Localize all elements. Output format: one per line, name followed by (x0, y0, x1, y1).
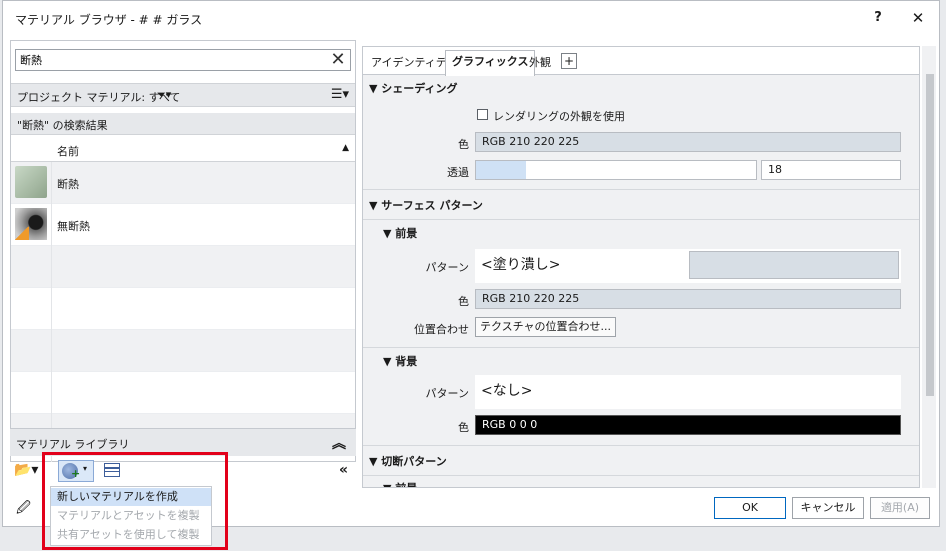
add-tab-button[interactable]: + (561, 53, 577, 69)
open-library-icon[interactable]: 📂▾ (14, 462, 38, 478)
help-button[interactable]: ? (865, 7, 891, 29)
transparency-label: 透過 (447, 166, 469, 179)
section-surface-pattern[interactable]: ▼ サーフェス パターン (369, 197, 483, 213)
material-label: 無断熱 (57, 220, 90, 233)
bg-pattern-value: <なし> (481, 383, 533, 399)
fg-color-field[interactable]: RGB 210 220 225 (475, 289, 901, 309)
divider (363, 219, 919, 220)
material-label: 断熱 (57, 178, 79, 191)
column-divider (51, 162, 52, 462)
material-library-label: マテリアル ライブラリ (16, 438, 130, 451)
align-label: 位置合わせ (414, 323, 469, 336)
divider (363, 189, 919, 190)
divider (363, 347, 919, 348)
section-shading[interactable]: ▼ シェーディング (369, 80, 458, 96)
fg-color-label: 色 (458, 295, 469, 308)
project-materials-label: プロジェクト マテリアル: すべて (17, 91, 181, 104)
scrollbar-thumb[interactable] (926, 74, 934, 396)
search-results-label: "断熱" の検索結果 (17, 119, 108, 132)
transparency-slider-fill (476, 161, 527, 179)
tab-appearance[interactable]: 外観 (523, 53, 557, 75)
empty-row (11, 330, 355, 372)
close-button[interactable]: ✕ (905, 7, 931, 29)
editor-scrollbar[interactable] (922, 46, 936, 488)
material-thumbnail-icon (15, 166, 47, 198)
material-row-no-insulation[interactable]: 無断熱 (11, 204, 355, 246)
transparency-value: 18 (768, 163, 782, 176)
annotation-highlight-box (42, 452, 228, 550)
section-background[interactable]: ▼ 背景 (383, 353, 417, 369)
search-input[interactable] (16, 50, 316, 70)
fg-pattern-value: <塗り潰し> (481, 257, 561, 273)
bg-color-value: RGB 0 0 0 (482, 418, 538, 431)
fg-pattern-label: パターン (425, 261, 469, 274)
empty-row (11, 372, 355, 414)
use-render-appearance-checkbox[interactable] (477, 109, 488, 120)
fg-color-value: RGB 210 220 225 (482, 292, 580, 305)
empty-row (11, 246, 355, 288)
divider (363, 475, 919, 476)
material-thumbnail-icon (15, 208, 47, 240)
divider (363, 445, 919, 446)
material-list: 断熱 無断熱 (11, 162, 355, 434)
collapse-left-icon[interactable]: « (339, 462, 348, 478)
transparency-slider[interactable] (475, 160, 757, 180)
list-view-icon[interactable]: ☰▾ (331, 87, 349, 102)
apply-button[interactable]: 適用(A) (870, 497, 930, 519)
expand-up-icon[interactable]: ︽ (332, 433, 346, 453)
use-render-appearance-label: レンダリングの外観を使用 (493, 110, 625, 123)
search-results-bar: "断熱" の検索結果 (11, 113, 355, 135)
bg-pattern-label: パターン (425, 387, 469, 400)
shading-color-value: RGB 210 220 225 (482, 135, 580, 148)
clear-search-icon[interactable]: ✕ (328, 51, 348, 69)
shading-color-label: 色 (458, 138, 469, 151)
project-materials-bar: プロジェクト マテリアル: すべて ⏷▾ ☰▾ (11, 83, 355, 107)
fg-pattern-swatch[interactable] (689, 251, 899, 279)
filter-icon[interactable]: ⏷▾ (157, 88, 171, 102)
shading-color-field[interactable]: RGB 210 220 225 (475, 132, 901, 152)
bg-color-field[interactable]: RGB 0 0 0 (475, 415, 901, 435)
column-name-label: 名前 (57, 145, 79, 158)
title-bar: マテリアル ブラウザ - # # ガラス ? ✕ (3, 1, 939, 35)
project-materials-panel: ✕ プロジェクト マテリアル: すべて ⏷▾ ☰▾ "断熱" の検索結果 名前 … (10, 40, 356, 462)
tab-graphics[interactable]: グラフィックス (445, 50, 536, 76)
section-cut-pattern[interactable]: ▼ 切断パターン (369, 453, 447, 469)
align-texture-button[interactable]: テクスチャの位置合わせ... (475, 317, 617, 337)
ok-button[interactable]: OK (714, 497, 786, 519)
section-cut-foreground[interactable]: ▼ 前景 (383, 480, 417, 487)
asset-editor-icon[interactable]: 🖉 (16, 497, 31, 521)
column-header[interactable]: 名前 ▲ (11, 138, 355, 162)
cancel-button[interactable]: キャンセル (792, 497, 864, 519)
sort-ascending-icon: ▲ (342, 143, 349, 153)
material-row-insulation[interactable]: 断熱 (11, 162, 355, 204)
search-box[interactable]: ✕ (15, 49, 351, 71)
bg-color-label: 色 (458, 421, 469, 434)
material-editor-panel: アイデンティティ グラフィックス 外観 + ▼ シェーディング レンダリングの外… (362, 46, 920, 488)
window-title: マテリアル ブラウザ - # # ガラス (15, 13, 203, 27)
transparency-value-field[interactable]: 18 (761, 160, 901, 180)
empty-row (11, 288, 355, 330)
editor-tabs: アイデンティティ グラフィックス 外観 + (363, 47, 919, 76)
bg-pattern-field[interactable]: <なし> (475, 375, 901, 409)
section-foreground[interactable]: ▼ 前景 (383, 225, 417, 241)
